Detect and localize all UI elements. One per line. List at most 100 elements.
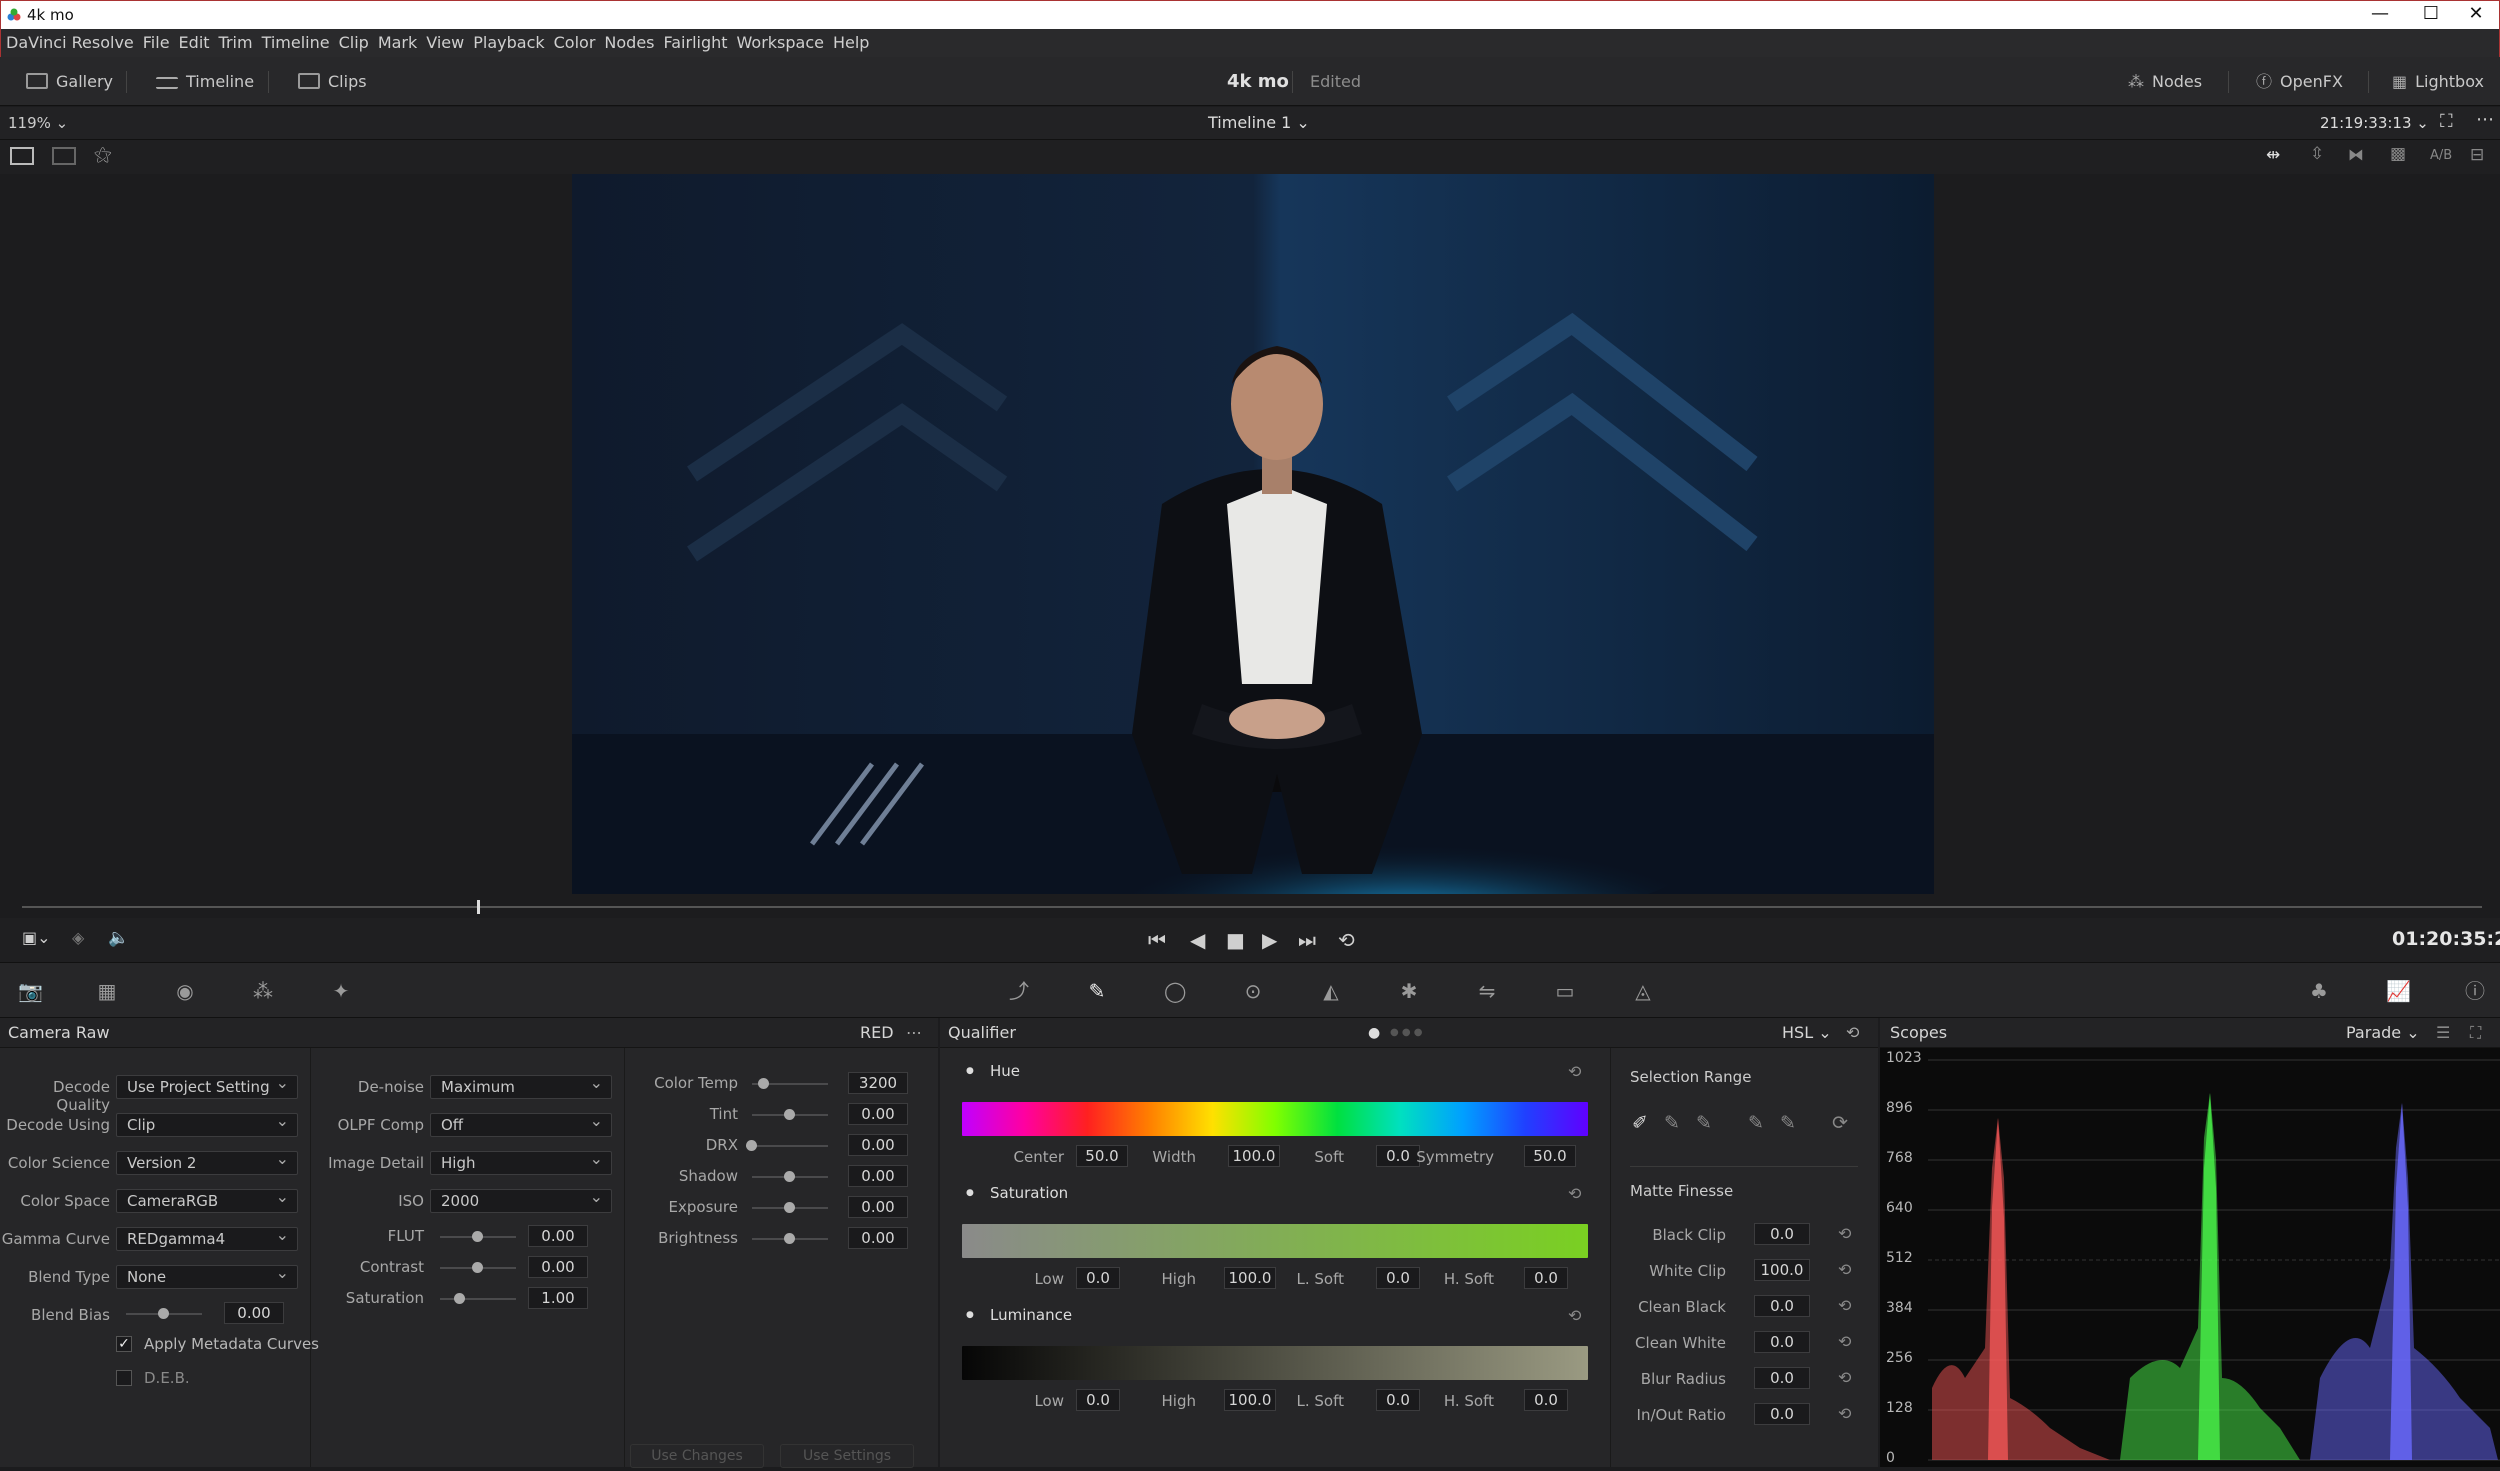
checker-icon[interactable]: ▩ [2390,144,2406,164]
tint-value[interactable]: 0.00 [848,1103,908,1125]
menu-trim[interactable]: Trim [210,29,253,57]
sat-hsoft-value[interactable]: 0.0 [1524,1267,1568,1289]
exposure-slider[interactable] [752,1207,828,1209]
timeline-dropdown[interactable]: Timeline 1 ⌄ [1208,113,1310,132]
contrast-value[interactable]: 0.00 [528,1256,588,1278]
qualifier-tab-icon[interactable]: ✎ [1086,981,1108,1001]
menu-timeline[interactable]: Timeline [253,29,330,57]
feather-minus-icon[interactable]: ✎ [1748,1112,1764,1134]
blend-type-select[interactable]: None [116,1265,298,1289]
layers-icon[interactable]: ◈ [72,928,84,947]
clean-black-reset-icon[interactable]: ⟲ [1838,1296,1851,1315]
motion-effects-tab-icon[interactable]: ✦ [330,981,352,1001]
menu-clip[interactable]: Clip [330,29,369,57]
scope-mode-dropdown[interactable]: Parade ⌄ [2346,1018,2420,1048]
lum-reset-icon[interactable]: ⟲ [1568,1306,1581,1325]
tracker-tab-icon[interactable]: ⊙ [1242,981,1264,1001]
wipe-icon[interactable]: ⇹ [2266,145,2280,165]
hue-reset-icon[interactable]: ⟲ [1568,1062,1581,1081]
hue-bar[interactable] [962,1102,1588,1136]
picker-plus-icon[interactable]: ✎ [1696,1112,1712,1134]
menu-workspace[interactable]: Workspace [728,29,824,57]
white-clip-reset-icon[interactable]: ⟲ [1838,1260,1851,1279]
apply-metadata-checkbox[interactable]: ✓ [116,1336,132,1352]
decode-quality-select[interactable]: Use Project Setting [116,1075,298,1099]
exposure-value[interactable]: 0.00 [848,1196,908,1218]
window-tab-icon[interactable]: ◯ [1164,981,1186,1001]
viewer-options-icon[interactable]: ⊟ [2470,145,2484,165]
tint-slider[interactable] [752,1114,828,1116]
play-icon[interactable]: ▶ [1262,928,1277,952]
iso-select[interactable]: 2000 [430,1189,612,1213]
blur-tab-icon[interactable]: ✱ [1398,981,1420,1001]
inout-ratio-reset-icon[interactable]: ⟲ [1838,1404,1851,1423]
openfx-button[interactable]: ⓕOpenFX [2256,57,2343,106]
menu-davinci[interactable]: DaVinci Resolve [1,29,134,57]
menu-edit[interactable]: Edit [170,29,210,57]
scope-settings-icon[interactable]: ☰ [2436,1018,2450,1048]
menu-mark[interactable]: Mark [369,29,417,57]
saturation-bar[interactable] [962,1224,1588,1258]
single-viewer-icon[interactable] [10,147,34,165]
curves-tab-icon[interactable]: ⤴ [1008,981,1030,1001]
sizing-tab-icon[interactable]: ▭ [1554,981,1576,1001]
luminance-bar[interactable] [962,1346,1588,1380]
menu-help[interactable]: Help [824,29,869,57]
nodes-button[interactable]: ⁂Nodes [2128,57,2202,106]
close-icon[interactable]: ✕ [2453,3,2499,27]
playhead[interactable] [477,900,480,914]
qualifier-reset-icon[interactable]: ⟲ [1846,1018,1859,1048]
zoom-dropdown[interactable]: 119% ⌄ [8,114,68,132]
color-temp-slider[interactable] [752,1083,828,1085]
use-settings-button[interactable]: Use Settings [780,1444,914,1468]
symmetry-value[interactable]: 50.0 [1524,1145,1576,1167]
color-science-select[interactable]: Version 2 [116,1151,298,1175]
minimize-icon[interactable]: — [2357,3,2403,27]
rgb-mixer-tab-icon[interactable]: ⁂ [252,981,274,1001]
stop-icon[interactable]: ■ [1226,928,1245,952]
blend-bias-slider[interactable] [126,1313,202,1315]
scope-expand-icon[interactable]: ⛶ [2470,1018,2481,1048]
page-dot-active[interactable]: ● [1368,1018,1380,1048]
gallery-button[interactable]: Gallery [26,57,113,106]
menu-playback[interactable]: Playback [464,29,544,57]
black-clip-value[interactable]: 0.0 [1754,1223,1810,1245]
color-temp-value[interactable]: 3200 [848,1072,908,1094]
maximize-icon[interactable]: ☐ [2408,3,2454,27]
shadow-value[interactable]: 0.00 [848,1165,908,1187]
ab-toggle[interactable]: A/B [2430,148,2452,163]
viewer-mode-icon[interactable]: ▣⌄ [22,928,51,947]
drx-value[interactable]: 0.00 [848,1134,908,1156]
flip-icon[interactable]: ⧓ [2348,145,2364,164]
picker-minus-icon[interactable]: ✎ [1664,1112,1680,1134]
magic-mask-tab-icon[interactable]: ◭ [1320,981,1342,1001]
picker-icon[interactable]: ✐ [1632,1112,1648,1134]
color-warper-tab-icon[interactable]: ♣ [2308,981,2330,1001]
menu-file[interactable]: File [134,29,170,57]
page-dot-2[interactable]: ● ● ● [1390,1018,1423,1048]
white-clip-value[interactable]: 100.0 [1754,1259,1810,1281]
play-reverse-icon[interactable]: ◀ [1190,928,1205,952]
audio-icon[interactable]: 🔈 [108,928,129,948]
menu-color[interactable]: Color [545,29,596,57]
brightness-slider[interactable] [752,1238,828,1240]
color-wheels-tab-icon[interactable]: ◉ [174,981,196,1001]
flut-value[interactable]: 0.00 [528,1225,588,1247]
scopes-tab-icon[interactable]: 📈 [2386,981,2408,1001]
split-viewer-icon[interactable] [52,147,76,165]
color-match-tab-icon[interactable]: ▦ [96,981,118,1001]
menu-view[interactable]: View [417,29,464,57]
panel-options-icon[interactable]: ⋯ [906,1018,922,1048]
more-options-icon[interactable]: ⋯ [2476,109,2494,130]
loop-icon[interactable]: ⟲ [1338,928,1355,952]
gamma-curve-select[interactable]: REDgamma4 [116,1227,298,1251]
saturation-value[interactable]: 1.00 [528,1287,588,1309]
lum-hsoft-value[interactable]: 0.0 [1524,1389,1568,1411]
color-space-select[interactable]: CameraRGB [116,1189,298,1213]
invert-icon[interactable]: ⟳ [1832,1112,1848,1134]
qualifier-mode-dropdown[interactable]: HSL ⌄ [1782,1018,1832,1048]
clips-button[interactable]: Clips [298,57,367,106]
scrub-bar[interactable] [22,906,2482,908]
menu-fairlight[interactable]: Fairlight [655,29,728,57]
clean-white-value[interactable]: 0.0 [1754,1331,1810,1353]
